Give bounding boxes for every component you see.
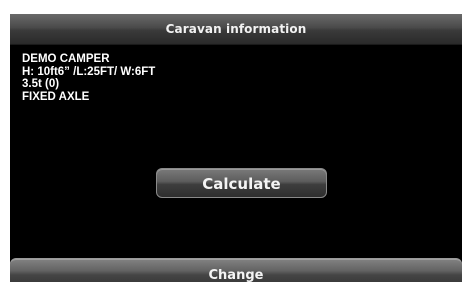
caravan-name: DEMO CAMPER	[22, 53, 110, 65]
change-button-label: Change	[208, 268, 264, 282]
calculate-button-label: Calculate	[202, 175, 281, 193]
caravan-details: DEMO CAMPER H: 10ft6” /L:25FT/ W:6FT 3.5…	[22, 53, 155, 103]
change-button[interactable]: Change	[10, 258, 462, 282]
title-bar: Caravan information	[10, 14, 462, 45]
page-title: Caravan information	[165, 22, 307, 36]
calculate-button[interactable]: Calculate	[156, 168, 327, 198]
caravan-weight: 3.5t (0)	[22, 78, 60, 90]
caravan-axle: FIXED AXLE	[22, 90, 90, 103]
caravan-dimensions: H: 10ft6” /L:25FT/ W:6FT	[22, 65, 156, 78]
caravan-info-screen: Caravan information DEMO CAMPER H: 10ft6…	[10, 14, 462, 282]
